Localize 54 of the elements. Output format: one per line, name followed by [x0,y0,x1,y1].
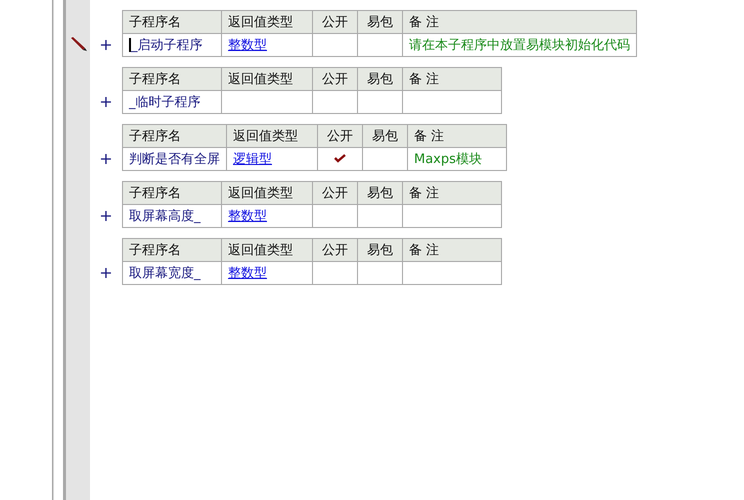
column-header: 备 注 [402,182,502,204]
expand-toggle[interactable]: + [90,204,122,228]
easy-package-cell[interactable] [358,204,402,228]
return-type[interactable]: 整数型 [222,262,312,284]
subroutine-name: 判断是否有全屏 [122,148,226,170]
column-header: 备 注 [408,124,506,148]
checkmark-icon [334,154,346,162]
column-header: 公开 [312,182,358,204]
splitter-bar[interactable] [52,0,66,500]
subroutine-name: _临时子程序 [122,90,222,114]
subroutine-name: 取屏幕高度_ [122,204,222,228]
column-header: 返回值类型 [226,124,318,148]
expand-toggle[interactable]: + [90,147,122,171]
public-cell[interactable] [312,262,358,284]
column-header: 返回值类型 [222,238,312,262]
easy-package-cell[interactable] [358,90,402,114]
column-header: 子程序名 [122,68,222,90]
remark: Maxps模块 [408,148,506,170]
column-header: 易包 [358,182,402,204]
column-header: 易包 [358,68,402,90]
column-header: 子程序名 [122,238,222,262]
column-header: 返回值类型 [222,68,312,90]
public-cell[interactable] [312,34,358,56]
column-header: 返回值类型 [222,182,312,204]
column-header: 备 注 [402,68,502,90]
column-header: 公开 [312,10,358,34]
return-type[interactable]: 整数型 [222,204,312,228]
return-type[interactable]: 逻辑型 [226,148,318,170]
column-header: 易包 [362,124,408,148]
easy-package-cell[interactable] [358,262,402,284]
subroutine-name: _启动子程序 [122,34,222,56]
remark: 请在本子程序中放置易模块初始化代码 [402,34,636,56]
public-cell[interactable] [318,148,362,170]
column-header: 子程序名 [122,124,226,148]
return-type[interactable] [222,90,312,114]
return-type[interactable]: 整数型 [222,34,312,56]
column-header: 公开 [312,68,358,90]
column-header: 公开 [312,238,358,262]
column-header: 子程序名 [122,10,222,34]
column-header: 子程序名 [122,182,222,204]
expand-toggle[interactable]: + [90,90,122,114]
expand-toggle[interactable]: + [90,33,122,57]
public-cell[interactable] [312,204,358,228]
column-header: 易包 [358,238,402,262]
column-header: 公开 [318,124,362,148]
column-header: 备 注 [402,238,502,262]
easy-package-cell[interactable] [358,34,402,56]
column-header: 备 注 [402,10,636,34]
public-cell[interactable] [312,90,358,114]
expand-toggle[interactable]: + [90,261,122,285]
column-header: 易包 [358,10,402,34]
column-header: 返回值类型 [222,10,312,34]
subroutine-name: 取屏幕宽度_ [122,262,222,284]
easy-package-cell[interactable] [362,148,408,170]
